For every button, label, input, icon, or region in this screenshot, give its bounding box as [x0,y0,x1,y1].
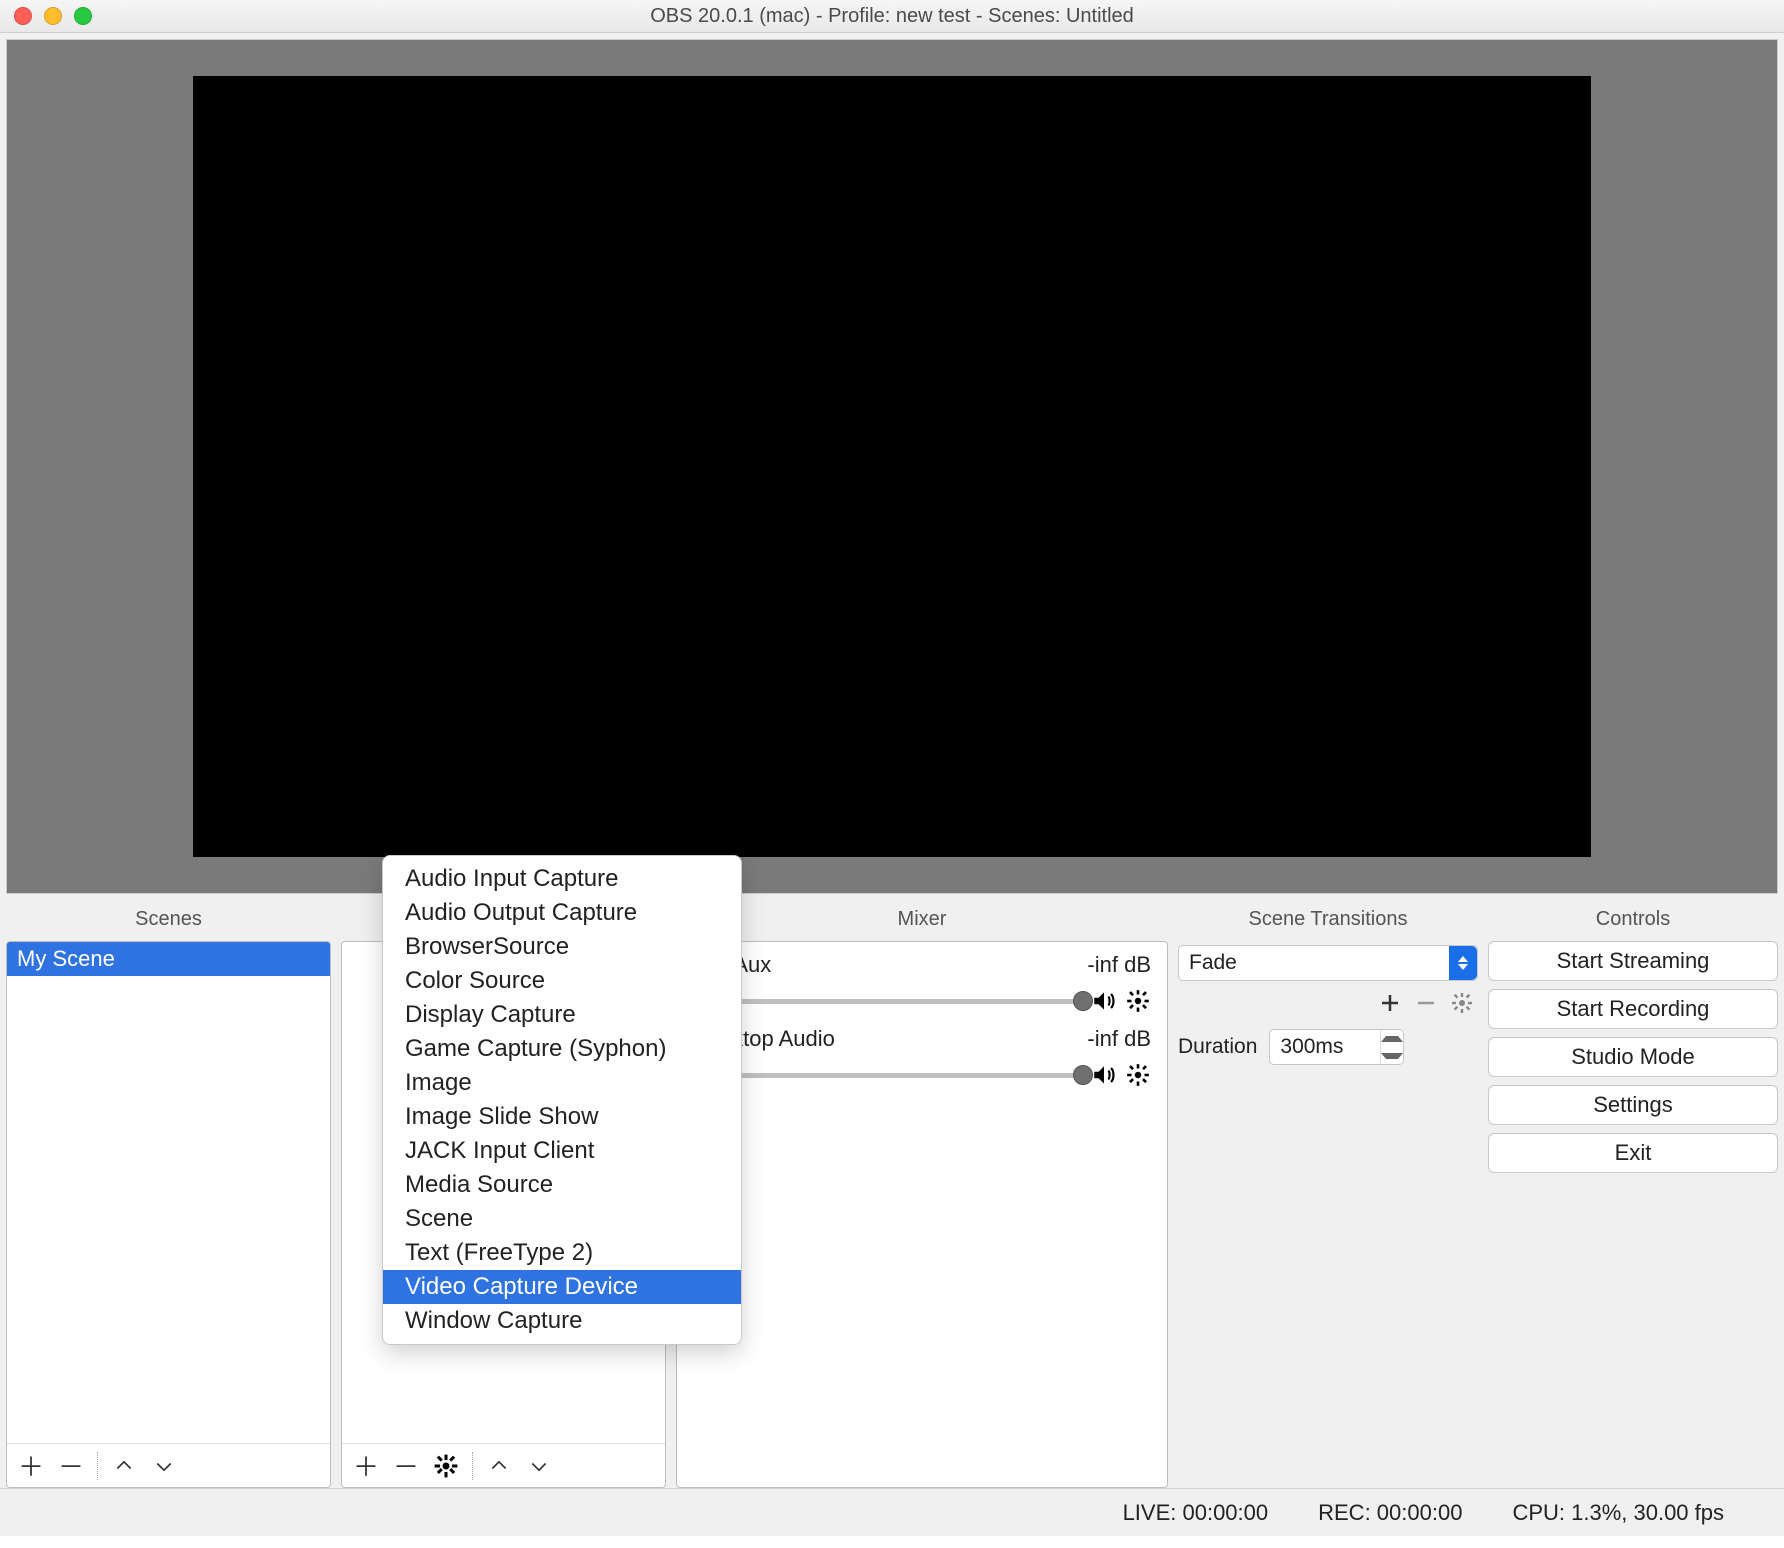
scenes-header: Scenes [6,902,331,941]
channel-settings-button[interactable] [1125,988,1151,1014]
status-cpu: CPU: 1.3%, 30.00 fps [1512,1500,1724,1526]
studio-mode-button[interactable]: Studio Mode [1488,1037,1778,1077]
zoom-window-button[interactable] [74,7,92,25]
transitions-header: Scene Transitions [1178,902,1478,941]
menu-item[interactable]: Audio Input Capture [383,862,741,896]
duration-step-up[interactable] [1381,1030,1403,1047]
remove-source-button[interactable]: － [386,1446,426,1486]
transition-select[interactable]: Fade [1178,945,1478,981]
scene-item[interactable]: My Scene [7,942,330,976]
menu-item[interactable]: Display Capture [383,998,741,1032]
mute-button[interactable] [1091,988,1117,1014]
remove-scene-button[interactable]: － [51,1446,91,1486]
menu-item[interactable]: Color Source [383,964,741,998]
start-recording-button[interactable]: Start Recording [1488,989,1778,1029]
chevron-up-icon [114,1456,134,1476]
separator [97,1452,98,1480]
program-preview[interactable] [193,76,1591,857]
mixer-channel: Mic/Aux-inf dB [677,942,1167,1016]
move-source-down-button[interactable] [519,1446,559,1486]
gear-icon [433,1453,459,1479]
mixer-body: Mic/Aux-inf dBDesktop Audio-inf dB [676,941,1168,1488]
scenes-panel: Scenes My Scene ＋ － [6,902,331,1488]
menu-item[interactable]: Audio Output Capture [383,896,741,930]
menu-item[interactable]: Image [383,1066,741,1100]
menu-item[interactable]: Window Capture [383,1304,741,1338]
add-transition-button[interactable] [1378,991,1402,1015]
menu-item[interactable]: Game Capture (Syphon) [383,1032,741,1066]
add-source-button[interactable]: ＋ [346,1446,386,1486]
status-bar: LIVE: 00:00:00 REC: 00:00:00 CPU: 1.3%, … [0,1488,1784,1536]
chevron-down-icon [529,1456,549,1476]
chevron-up-icon [489,1456,509,1476]
minus-icon: － [58,1447,84,1484]
transitions-panel: Scene Transitions Fade Duratio [1178,902,1478,1488]
exit-button[interactable]: Exit [1488,1133,1778,1173]
status-rec: REC: 00:00:00 [1318,1500,1462,1526]
remove-transition-button[interactable] [1414,991,1438,1015]
chevron-down-icon [154,1456,174,1476]
menu-item[interactable]: Media Source [383,1168,741,1202]
channel-settings-button[interactable] [1125,1062,1151,1088]
menu-item[interactable]: JACK Input Client [383,1134,741,1168]
scenes-list[interactable]: My Scene [7,942,330,1443]
window-title: OBS 20.0.1 (mac) - Profile: new test - S… [0,5,1784,28]
transitions-toolbar [1178,991,1478,1015]
transition-selected-value: Fade [1189,951,1237,975]
menu-item[interactable]: Scene [383,1202,741,1236]
volume-slider[interactable] [693,999,1081,1004]
scenes-toolbar: ＋ － [7,1443,330,1487]
mixer-channel-level: -inf dB [1087,952,1151,978]
status-live: LIVE: 00:00:00 [1123,1500,1269,1526]
window-controls [14,7,92,25]
transition-properties-button[interactable] [1450,991,1474,1015]
minimize-window-button[interactable] [44,7,62,25]
menu-item[interactable]: Text (FreeType 2) [383,1236,741,1270]
mixer-header: Mixer [676,902,1168,941]
volume-knob[interactable] [1073,991,1093,1011]
source-properties-button[interactable] [426,1446,466,1486]
controls-panel: Controls Start Streaming Start Recording S… [1488,902,1778,1488]
duration-spinbox[interactable] [1269,1029,1404,1065]
menu-item[interactable]: Video Capture Device [383,1270,741,1304]
duration-step-down[interactable] [1381,1047,1403,1064]
duration-label: Duration [1178,1035,1257,1059]
add-source-menu[interactable]: Audio Input CaptureAudio Output CaptureB… [382,855,742,1345]
start-streaming-button[interactable]: Start Streaming [1488,941,1778,981]
move-scene-up-button[interactable] [104,1446,144,1486]
close-window-button[interactable] [14,7,32,25]
titlebar: OBS 20.0.1 (mac) - Profile: new test - S… [0,0,1784,33]
duration-input[interactable] [1270,1030,1380,1064]
minus-icon: － [393,1447,419,1484]
mute-button[interactable] [1091,1062,1117,1088]
preview-area [6,39,1778,894]
controls-header: Controls [1488,902,1778,941]
move-source-up-button[interactable] [479,1446,519,1486]
plus-icon: ＋ [18,1447,44,1484]
plus-icon: ＋ [353,1447,379,1484]
mixer-channel-level: -inf dB [1087,1026,1151,1052]
settings-button[interactable]: Settings [1488,1085,1778,1125]
menu-item[interactable]: BrowserSource [383,930,741,964]
volume-knob[interactable] [1073,1065,1093,1085]
add-scene-button[interactable]: ＋ [11,1446,51,1486]
separator [472,1452,473,1480]
menu-item[interactable]: Image Slide Show [383,1100,741,1134]
move-scene-down-button[interactable] [144,1446,184,1486]
mixer-channel: Desktop Audio-inf dB [677,1016,1167,1090]
volume-slider[interactable] [693,1073,1081,1078]
mixer-panel: Mixer Mic/Aux-inf dBDesktop Audio-inf dB [676,902,1168,1488]
select-stepper-icon [1449,946,1477,980]
sources-toolbar: ＋ － [342,1443,665,1487]
